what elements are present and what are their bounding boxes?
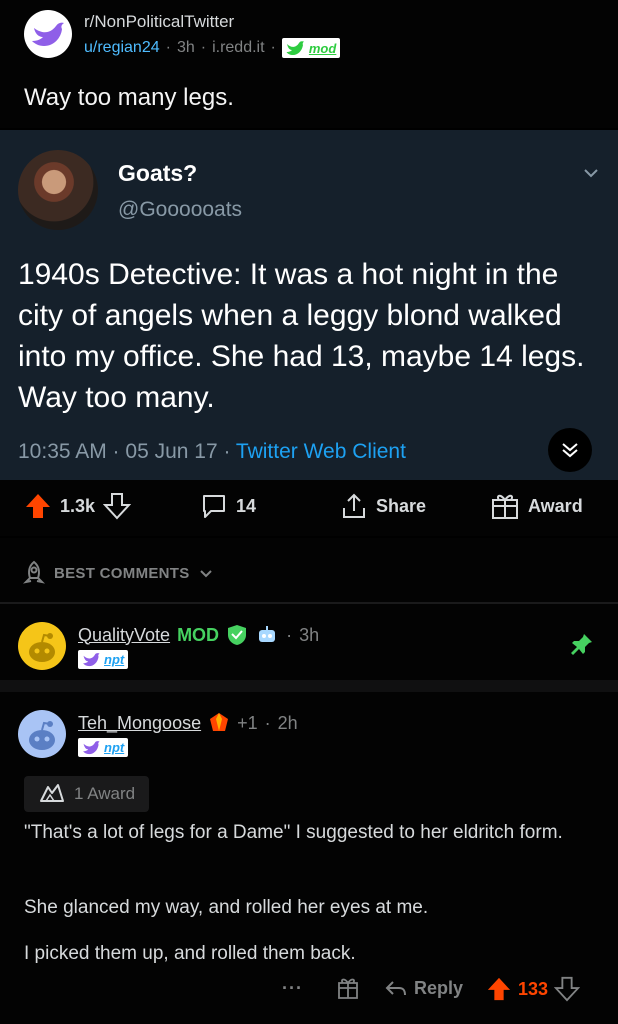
comment-paragraph: She glanced my way, and rolled her eyes … [24,897,429,918]
flair-text: mod [308,40,337,56]
avatar[interactable] [18,622,66,670]
post-header: r/NonPoliticalTwitter u/regian24 · 3h · … [0,0,618,128]
gift-icon [338,978,358,999]
reply-label: Reply [414,977,464,998]
snoo-icon [29,633,55,662]
tweet-handle: @Goooooats [118,198,243,221]
comment-action-bar: ··· Reply 133 [0,968,618,1008]
subreddit-name[interactable]: r/NonPoliticalTwitter [84,12,234,32]
twitter-bird-icon [83,653,100,667]
post-domain[interactable]: i.redd.it [212,39,264,57]
twitter-bird-icon [286,41,304,55]
downvote-icon[interactable] [103,492,132,520]
tweet-text: 1940s Detective: It was a hot night in t… [18,258,585,414]
downvote-icon[interactable] [554,976,581,1002]
comment-author-line: QualityVote MOD · 3h [78,624,319,646]
subreddit-avatar[interactable] [24,10,72,58]
sort-button[interactable]: BEST COMMENTS [22,560,214,586]
post-meta: u/regian24 · 3h · i.redd.it · mod [84,38,341,58]
robot-icon [259,626,276,642]
rocket-like-award-icon [40,784,64,802]
comment-age: 3h [299,624,320,645]
comment-author-line: Teh_Mongoose +1 · 2h [78,712,298,734]
more-options-button[interactable]: ··· [282,978,303,999]
share-label: Share [376,495,427,516]
comment-karma: +1 [237,712,258,733]
post-author[interactable]: u/regian24 [84,39,160,57]
flair-text: npt [104,740,125,755]
double-chevron-down-icon [562,443,578,458]
comment-paragraph: I picked them up, and rolled them back. [24,943,356,964]
avatar[interactable] [18,710,66,758]
post-score: 1.3k [60,495,96,516]
award-chip[interactable]: 1 Award [24,776,150,812]
upvote-icon[interactable] [486,976,512,1002]
award-button[interactable]: Award [490,492,583,520]
comments-button[interactable]: 14 [200,492,256,520]
comment-vote-group: 133 [486,976,581,1002]
sort-label: BEST COMMENTS [54,564,190,582]
comment-qualityvote: QualityVote MOD · 3h npt [0,604,618,680]
comment-score: 133 [518,978,549,999]
more-label: ··· [282,978,303,998]
flair-text: npt [104,652,125,667]
chevron-down-icon [199,570,212,578]
mod-badge: MOD [177,624,220,645]
rocket-icon [22,560,46,584]
post-age: 3h [176,39,195,56]
comment-author[interactable]: QualityVote [78,625,170,646]
reply-button[interactable]: Reply [384,976,463,1000]
reply-arrow-icon [385,981,406,996]
upvote-icon[interactable] [24,492,52,520]
chevron-down-icon [584,169,598,178]
pin-icon[interactable] [570,632,594,656]
separator-dot: · [270,39,276,56]
twitter-bird-icon [83,741,100,755]
sort-bar: BEST COMMENTS [0,538,618,602]
separator-dot: · [264,712,271,733]
post-action-bar: 1.3k 14 Share Award [0,480,618,536]
tweet-meta: 10:35 AM · 05 Jun 17 · Twitter Web Clien… [18,440,406,464]
karma-gem-icon [210,713,229,731]
shield-icon [228,625,247,645]
post-flair: mod [281,38,341,58]
award-label: Award [528,495,583,516]
tweet-display-name: Goats? [118,160,198,186]
share-button[interactable]: Share [340,492,426,520]
snoo-icon [29,721,55,750]
comment-icon [203,495,225,518]
tweet-time: 10:35 AM · 05 Jun 17 · [18,440,236,463]
purple-bird-icon [32,22,64,46]
tweet-avatar [18,150,98,230]
separator-dot: · [286,624,293,645]
separator-dot: · [200,39,207,56]
separator-dot: · [165,39,171,56]
comment-paragraph: "That's a lot of legs for a Dame" I sugg… [24,822,563,843]
post-title[interactable]: Way too many legs. [24,84,234,112]
share-icon [343,493,365,518]
give-award-button[interactable] [336,976,360,1000]
comment-author[interactable]: Teh_Mongoose [78,713,201,734]
comment-age: 2h [277,712,298,733]
divider [0,680,618,692]
expand-button[interactable] [548,428,592,472]
award-count: 1 Award [74,784,136,803]
vote-group: 1.3k [24,492,132,520]
gift-icon [492,494,518,519]
user-flair: npt [78,738,129,757]
tweet-client: Twitter Web Client [235,440,406,463]
comment-count: 14 [236,495,257,516]
user-flair: npt [78,650,129,669]
